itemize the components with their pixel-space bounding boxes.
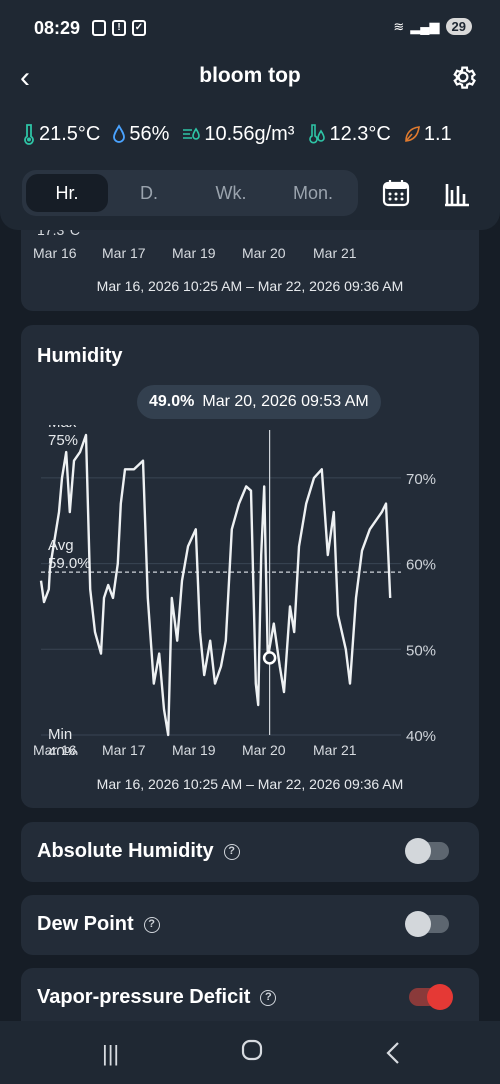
help-icon[interactable]: ? <box>223 843 240 860</box>
toggle-label: Absolute Humidity <box>37 840 214 862</box>
toggle-knob <box>405 838 431 864</box>
dew-point-icon <box>309 124 326 144</box>
y-tick-label: 40% <box>406 728 436 745</box>
y-tick-label: 50% <box>406 642 436 659</box>
battery-indicator: 29 <box>445 18 472 35</box>
humidity-card: Humidity 49.0% Mar 20, 2026 09:53 AM 70% 6… <box>21 325 479 808</box>
home-icon <box>241 1039 263 1061</box>
metric-temperature: 21.5°C <box>22 118 100 150</box>
tab-week[interactable]: Wk. <box>190 174 272 212</box>
chart-type-button[interactable] <box>443 178 471 208</box>
x-tick-label: Mar 20 <box>242 245 286 261</box>
tooltip-value: 49.0% <box>149 393 195 410</box>
home-button[interactable] <box>241 1039 263 1067</box>
thermometer-icon <box>24 124 34 145</box>
dew-point-toggle[interactable] <box>405 911 449 937</box>
signal-icon: ▂▄▆ <box>410 18 440 34</box>
app-header: ‹ bloom top 21.5°C 56% 10.56g/m³ 12.3°C … <box>0 58 500 230</box>
selected-point <box>262 651 277 665</box>
status-bar: 08:29 ! ✓ ≋ ▂▄▆ 29 <box>0 0 500 58</box>
system-nav-bar: ||| <box>0 1021 500 1084</box>
max-value: 75% <box>48 432 78 449</box>
metrics-row: 21.5°C 56% 10.56g/m³ 12.3°C 1.1 <box>22 118 500 150</box>
page-title: bloom top <box>199 64 301 87</box>
help-icon[interactable]: ? <box>143 916 160 933</box>
x-tick-label: Mar 17 <box>102 245 146 261</box>
time-range-tabs: Hr. D. Wk. Mon. <box>22 170 358 216</box>
card-title: Humidity <box>37 345 123 367</box>
vpd-toggle[interactable] <box>409 984 453 1010</box>
absolute-humidity-row[interactable]: Absolute Humidity ? <box>21 822 479 882</box>
x-tick-label: Mar 19 <box>172 742 216 755</box>
calendar-button[interactable] <box>382 178 410 208</box>
metric-vpd: 1.1 <box>403 118 452 150</box>
toggle-label: Vapor-pressure Deficit <box>37 986 251 1008</box>
max-label: Max <box>48 425 77 431</box>
metric-dew-point: 12.3°C <box>306 118 391 150</box>
x-tick-label: Mar 16 <box>33 742 77 755</box>
y-tick-label: 60% <box>406 557 436 574</box>
toggle-knob <box>427 984 453 1010</box>
status-right: ≋ ▂▄▆ 29 <box>393 18 472 35</box>
metric-humidity: 56% <box>112 118 169 150</box>
x-tick-label: Mar 16 <box>33 245 77 261</box>
y-tick-label: 70% <box>406 471 436 488</box>
tab-day[interactable]: D. <box>108 174 190 212</box>
chart-tooltip: 49.0% Mar 20, 2026 09:53 AM <box>137 385 381 419</box>
toggle-label: Dew Point <box>37 913 134 935</box>
x-tick-label: Mar 20 <box>242 742 286 755</box>
date-range: Mar 16, 2026 10:25 AM – Mar 22, 2026 09:… <box>96 278 404 294</box>
back-arrow-icon <box>386 1042 399 1064</box>
date-range: Mar 16, 2026 10:25 AM – Mar 22, 2026 09:… <box>96 776 404 792</box>
bar-chart-icon <box>445 184 469 207</box>
x-tick-label: Mar 21 <box>313 742 357 755</box>
help-icon[interactable]: ? <box>260 989 277 1006</box>
back-nav-button[interactable] <box>384 1041 402 1071</box>
humidity-chart[interactable]: 70%60%50%40%Max75%Avg59.0%Min40%Mar 16Ma… <box>21 425 479 755</box>
calendar-icon <box>382 180 410 207</box>
tab-hour[interactable]: Hr. <box>26 174 108 212</box>
x-tick-label: Mar 19 <box>172 245 216 261</box>
leaf-icon <box>405 126 420 142</box>
recent-apps-button[interactable]: ||| <box>102 1041 119 1067</box>
droplet-icon <box>113 124 126 143</box>
gear-icon <box>453 66 476 89</box>
x-tick-label: Mar 21 <box>313 245 357 261</box>
metric-absolute-humidity: 10.56g/m³ <box>181 118 294 150</box>
tab-month[interactable]: Mon. <box>272 174 354 212</box>
tooltip-time: Mar 20, 2026 09:53 AM <box>202 393 369 410</box>
screenshot-icon <box>92 20 106 36</box>
status-time: 08:29 <box>34 18 81 38</box>
min-label: Min <box>48 726 72 743</box>
humidity-series-line <box>39 433 392 737</box>
avg-value: 59.0% <box>48 555 91 572</box>
alert-icon: ! <box>112 20 126 36</box>
toggle-knob <box>405 911 431 937</box>
settings-button[interactable] <box>448 62 478 92</box>
absolute-humidity-toggle[interactable] <box>405 838 449 864</box>
dew-point-row[interactable]: Dew Point ? <box>21 895 479 955</box>
notification-icons: ! ✓ <box>92 20 146 36</box>
x-tick-label: Mar 17 <box>102 742 146 755</box>
check-icon: ✓ <box>132 20 146 36</box>
wind-droplet-icon <box>183 127 201 140</box>
wifi-icon: ≋ <box>393 18 405 34</box>
